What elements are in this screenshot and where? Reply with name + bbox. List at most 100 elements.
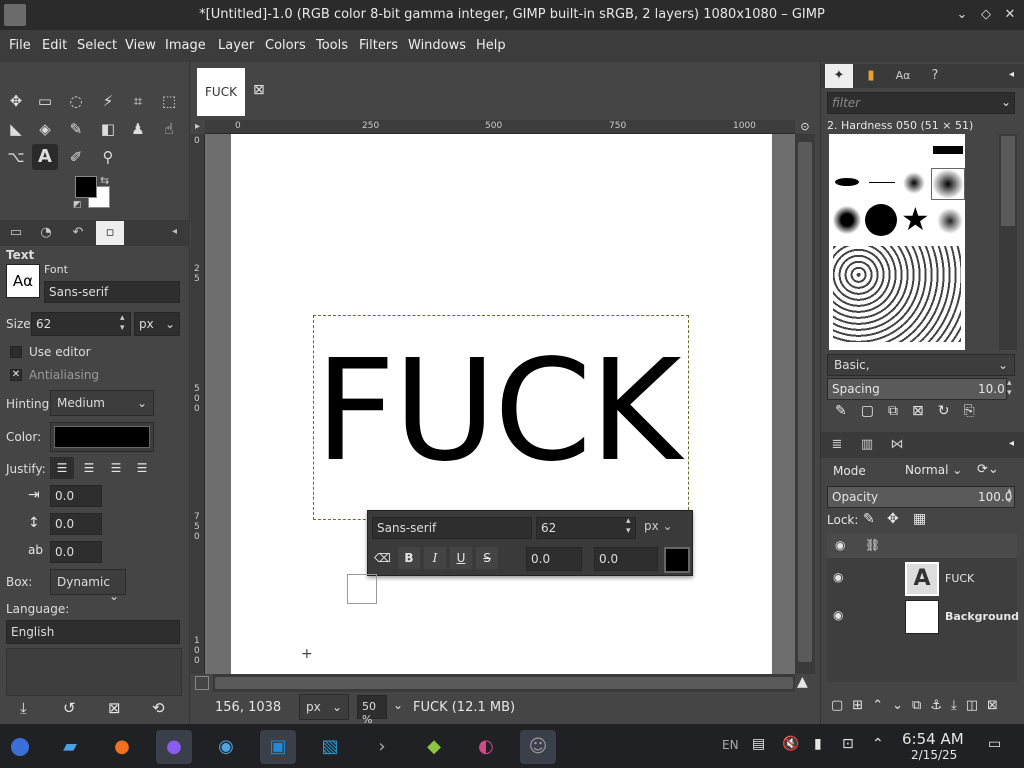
edit-brush-icon[interactable]: ✎ [835, 403, 861, 419]
brush-item[interactable] [865, 204, 897, 236]
zoom-fit-icon[interactable]: ⊙ [795, 120, 815, 134]
tool-options-tab-icon[interactable]: ▭ [2, 221, 30, 245]
device-status-tab-icon[interactable]: ◔ [32, 221, 60, 245]
close-tab-icon[interactable]: ⊠ [253, 82, 265, 98]
battery-icon[interactable]: ▮ [814, 736, 822, 752]
mode-reset-icon[interactable]: ⟳⌄ [977, 462, 999, 477]
menu-windows[interactable]: Windows [408, 38, 466, 53]
brushes-tab-icon[interactable]: ✦ [825, 64, 853, 88]
layers-list[interactable]: ◉ ⛓ ◉ A FUCK ◉ Background [827, 534, 1019, 682]
text-handle-icon[interactable] [347, 574, 377, 604]
move-tool-icon[interactable]: ✥ [3, 88, 29, 114]
layer-row[interactable]: ◉ Background [827, 598, 1019, 636]
new-layer-icon[interactable]: ▢ [831, 698, 852, 713]
layer-name[interactable]: FUCK [945, 572, 974, 585]
menu-select[interactable]: Select [77, 38, 117, 53]
new-group-icon[interactable]: ⊞ [852, 698, 872, 713]
line-spacing-input[interactable]: 0.0 [50, 513, 102, 535]
lock-pixels-icon[interactable]: ✎ [863, 511, 875, 527]
justify-right-icon[interactable]: ☰ [77, 457, 101, 479]
brush-preset-select[interactable]: Basic, ⌄ [827, 354, 1015, 376]
hinting-select[interactable]: Medium ⌄ [50, 390, 154, 416]
swap-colors-icon[interactable]: ⇆ [100, 174, 109, 187]
dock-menu-icon[interactable]: ◂ [1009, 69, 1014, 80]
menu-filters[interactable]: Filters [359, 38, 398, 53]
menu-image[interactable]: Image [165, 38, 206, 53]
clipboard-icon[interactable]: ▤ [752, 736, 765, 752]
layer-name[interactable]: Background [945, 610, 1019, 623]
minimize-button[interactable]: ⌄ [953, 6, 971, 24]
clone-tool-icon[interactable]: ♟ [125, 116, 151, 142]
layers-tab-icon[interactable]: ≣ [823, 433, 851, 457]
transform-tool-icon[interactable]: ⬚ [156, 88, 182, 114]
raise-layer-icon[interactable]: ⌃ [872, 698, 892, 713]
vertical-scroll-thumb[interactable] [798, 142, 812, 662]
bold-button[interactable]: B [398, 547, 420, 569]
baseline-input[interactable]: 0.0 [526, 547, 582, 571]
size-input[interactable]: 62 [31, 312, 131, 336]
show-desktop-icon[interactable]: ▭ [988, 736, 1001, 752]
delete-brush-icon[interactable]: ⊠ [912, 403, 938, 419]
brush-item[interactable] [835, 178, 859, 186]
undo-history-tab-icon[interactable]: ↶ [64, 221, 92, 245]
indent-input[interactable]: 0.0 [50, 485, 102, 507]
clock-time[interactable]: 6:54 AM [902, 730, 964, 748]
mode-select[interactable]: Normal ⌄ [905, 460, 969, 482]
eye-icon[interactable]: ◉ [833, 608, 843, 622]
brush-item[interactable] [903, 172, 925, 194]
spacing-spinner-icon[interactable]: ▴ ▾ [1007, 378, 1012, 398]
lock-alpha-icon[interactable]: ▦ [913, 511, 926, 527]
quick-mask-toggle[interactable] [195, 676, 209, 690]
lasso-tool-icon[interactable]: ◌ [63, 88, 89, 114]
opacity-spinner-icon[interactable]: ▴ ▾ [1007, 486, 1012, 506]
brush-item[interactable] [833, 206, 861, 234]
menu-tools[interactable]: Tools [316, 38, 348, 53]
eye-icon[interactable]: ◉ [833, 570, 843, 584]
texture-brushes[interactable] [833, 246, 961, 342]
brush-filter-input[interactable]: filter [827, 92, 1015, 114]
text-color-button[interactable] [50, 422, 154, 452]
zoom-input[interactable]: 50 % [357, 695, 387, 726]
size-spinner-icon[interactable]: ▴ ▾ [120, 313, 125, 333]
underline-button[interactable]: U [450, 547, 472, 569]
smudge-tool-icon[interactable]: ☝ [156, 116, 182, 142]
fuzzy-select-tool-icon[interactable]: ⚡ [95, 88, 121, 114]
gimp-taskbar-icon[interactable]: ☺ [520, 730, 556, 764]
use-editor-checkbox[interactable] [10, 346, 22, 358]
horizontal-ruler[interactable]: 0 250 500 750 1000 [205, 120, 795, 134]
paintbrush-icon[interactable]: ✎ [63, 116, 89, 142]
duplicate-brush-icon[interactable]: ⧉ [888, 403, 912, 419]
reset-options-icon[interactable]: ⟲ [152, 699, 165, 717]
spacing-slider[interactable]: Spacing 10.0 [827, 378, 1007, 400]
terminal-icon[interactable]: › [364, 730, 400, 764]
restore-options-icon[interactable]: ↺ [63, 699, 76, 717]
brush-grid[interactable]: ★ [829, 134, 965, 350]
language-input[interactable]: English [6, 620, 180, 644]
otc-unit-select[interactable]: px ⌄ [644, 519, 673, 533]
refresh-brushes-icon[interactable]: ↻ [938, 403, 964, 419]
brush-item[interactable] [869, 182, 895, 183]
new-brush-icon[interactable]: ▢ [861, 403, 888, 419]
color-picker-icon[interactable]: ✐ [63, 144, 89, 170]
paths-tool-icon[interactable]: ⌥ [3, 144, 29, 170]
otc-font-field[interactable]: Sans-serif [372, 517, 532, 539]
channels-tab-icon[interactable]: ▥ [853, 433, 881, 457]
crop-tool-icon[interactable]: ⌗ [125, 88, 151, 114]
image-tab-thumbnail[interactable]: FUCK [197, 68, 245, 116]
menu-layer[interactable]: Layer [218, 38, 254, 53]
menu-help[interactable]: Help [476, 38, 506, 53]
text-tool-icon[interactable]: A [32, 144, 58, 170]
font-field[interactable]: Sans-serif [44, 281, 180, 303]
navigate-icon[interactable]: ▲ [797, 674, 808, 690]
patterns-tab-icon[interactable]: ▮ [857, 64, 885, 88]
delete-options-icon[interactable]: ⊠ [108, 699, 121, 717]
otc-size-spinner-icon[interactable]: ▴ ▾ [626, 516, 631, 536]
clear-style-icon[interactable]: ⌫ [374, 551, 391, 565]
zoom-dropdown-icon[interactable]: ⌄ [393, 698, 403, 712]
network-icon[interactable]: ⊡ [842, 736, 854, 752]
brush-item-selected[interactable] [931, 168, 965, 200]
dock-menu-icon[interactable]: ◂ [1009, 438, 1014, 449]
horizontal-scroll-thumb[interactable] [215, 677, 793, 689]
menu-colors[interactable]: Colors [265, 38, 306, 53]
start-menu-icon[interactable] [2, 730, 38, 764]
